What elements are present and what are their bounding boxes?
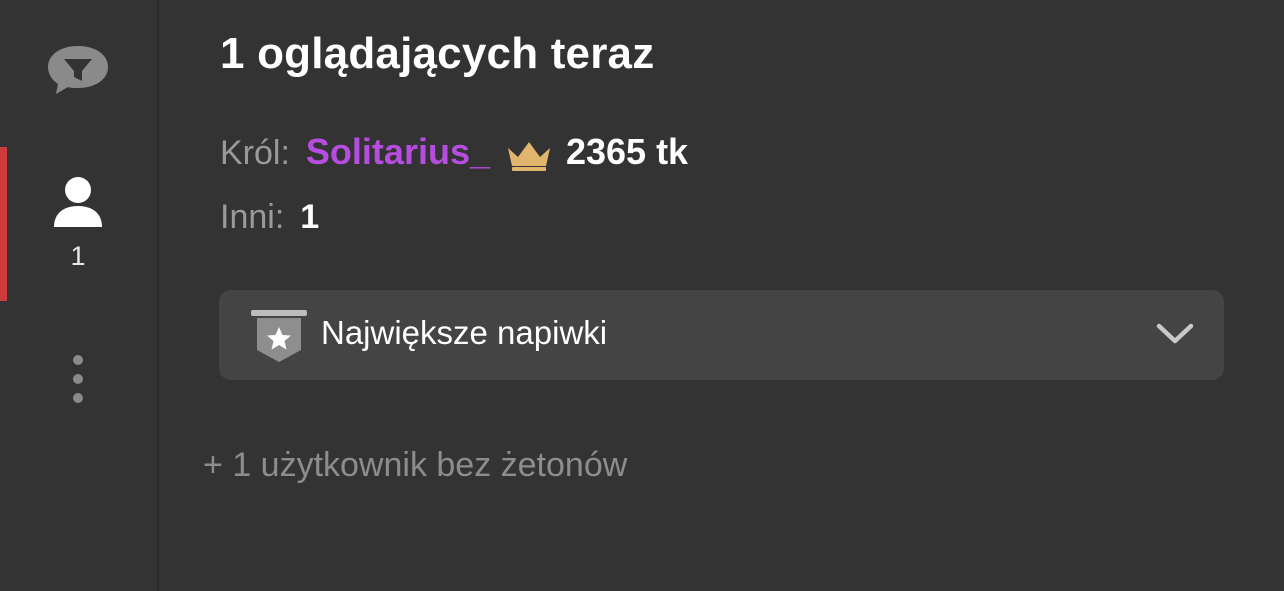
chat-tab-button[interactable]: [44, 40, 112, 98]
dropdown-label: Największe napiwki: [321, 314, 608, 351]
active-tab-indicator: [0, 147, 7, 301]
top-tippers-dropdown[interactable]: Największe napiwki: [219, 290, 1224, 380]
king-row: Król: Solitarius_ 2365 tk: [220, 131, 688, 173]
users-count: 1: [70, 241, 86, 271]
viewers-title: 1 oglądających teraz: [220, 29, 655, 78]
user-icon: [54, 177, 102, 227]
more-options-button[interactable]: [62, 350, 94, 410]
others-label: Inni:: [220, 198, 285, 236]
chevron-down-icon: [1156, 323, 1194, 344]
viewers-panel: 1 1 oglądających teraz Król: Solitarius_…: [0, 0, 1284, 591]
users-without-tokens: + 1 użytkownik bez żetonów: [203, 446, 628, 484]
others-count: 1: [300, 198, 320, 236]
chat-filter-icon: [48, 46, 108, 94]
users-tab-button[interactable]: 1: [40, 175, 116, 275]
main-content: 1 oglądających teraz Król: Solitarius_ 2…: [159, 0, 1284, 591]
crown-icon: [504, 138, 554, 172]
king-label: Król:: [220, 134, 290, 172]
ribbon-star-icon: [251, 310, 307, 362]
others-row: Inni: 1: [220, 198, 319, 237]
king-username[interactable]: Solitarius_: [306, 131, 490, 173]
king-tokens: 2365 tk: [565, 131, 689, 172]
sidebar: 1: [0, 0, 159, 591]
